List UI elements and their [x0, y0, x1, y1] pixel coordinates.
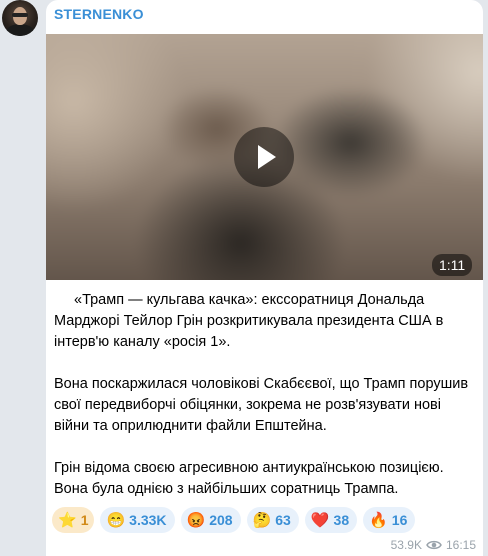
post-paragraph: Вона поскаржилася чоловікові Скабєєвої, …	[54, 376, 469, 434]
reaction-angry[interactable]: 😡 208	[180, 507, 241, 533]
play-button[interactable]	[234, 127, 294, 187]
post-paragraph: «Трамп — кульгава качка»: екссоратниця Д…	[54, 292, 444, 350]
reaction-thinking[interactable]: 🤔 63	[246, 507, 299, 533]
post-paragraph: Грін відома своєю агресивною антиукраїнс…	[54, 460, 444, 497]
video-preview[interactable]: 1:11	[46, 34, 483, 280]
thinking-face-icon: 🤔	[252, 511, 272, 529]
reaction-count: 63	[275, 512, 291, 528]
reaction-count: 38	[333, 512, 350, 528]
grin-icon: 😁	[106, 511, 126, 529]
message-time: 16:15	[445, 538, 476, 552]
avatar-glasses	[12, 13, 28, 17]
post-text: «Трамп — кульгава качка»: екссоратниця Д…	[54, 290, 474, 500]
heart-icon: ❤️	[310, 511, 330, 529]
reaction-count: 208	[209, 512, 233, 528]
reaction-count: 1	[80, 512, 89, 528]
channel-name[interactable]: STERNENKO	[54, 6, 144, 22]
fire-icon: 🔥	[369, 511, 388, 529]
reaction-grin[interactable]: 😁 3.33K	[100, 507, 175, 533]
play-icon	[258, 145, 276, 169]
angry-face-icon: 😡	[186, 511, 206, 529]
avatar-shirt	[6, 24, 34, 36]
channel-avatar[interactable]	[2, 0, 38, 36]
reaction-heart[interactable]: ❤️ 38	[304, 507, 358, 533]
reactions-bar: ⭐ 1 😁 3.33K 😡 208 🤔 63 ❤️ 38 🔥 16	[52, 507, 416, 533]
reaction-fire[interactable]: 🔥 16	[363, 507, 416, 533]
reaction-star[interactable]: ⭐ 1	[52, 507, 95, 533]
view-count: 53.9K	[390, 538, 422, 552]
reaction-count: 3.33K	[129, 512, 167, 528]
message-meta: 53.9K 16:15	[391, 538, 476, 552]
reaction-count: 16	[391, 512, 408, 528]
video-duration: 1:11	[432, 254, 473, 276]
eye-icon	[426, 540, 442, 550]
star-icon: ⭐	[58, 511, 77, 529]
chat-window: STERNENKO 1:11 «Трамп — кульгава качка»:…	[0, 0, 488, 556]
